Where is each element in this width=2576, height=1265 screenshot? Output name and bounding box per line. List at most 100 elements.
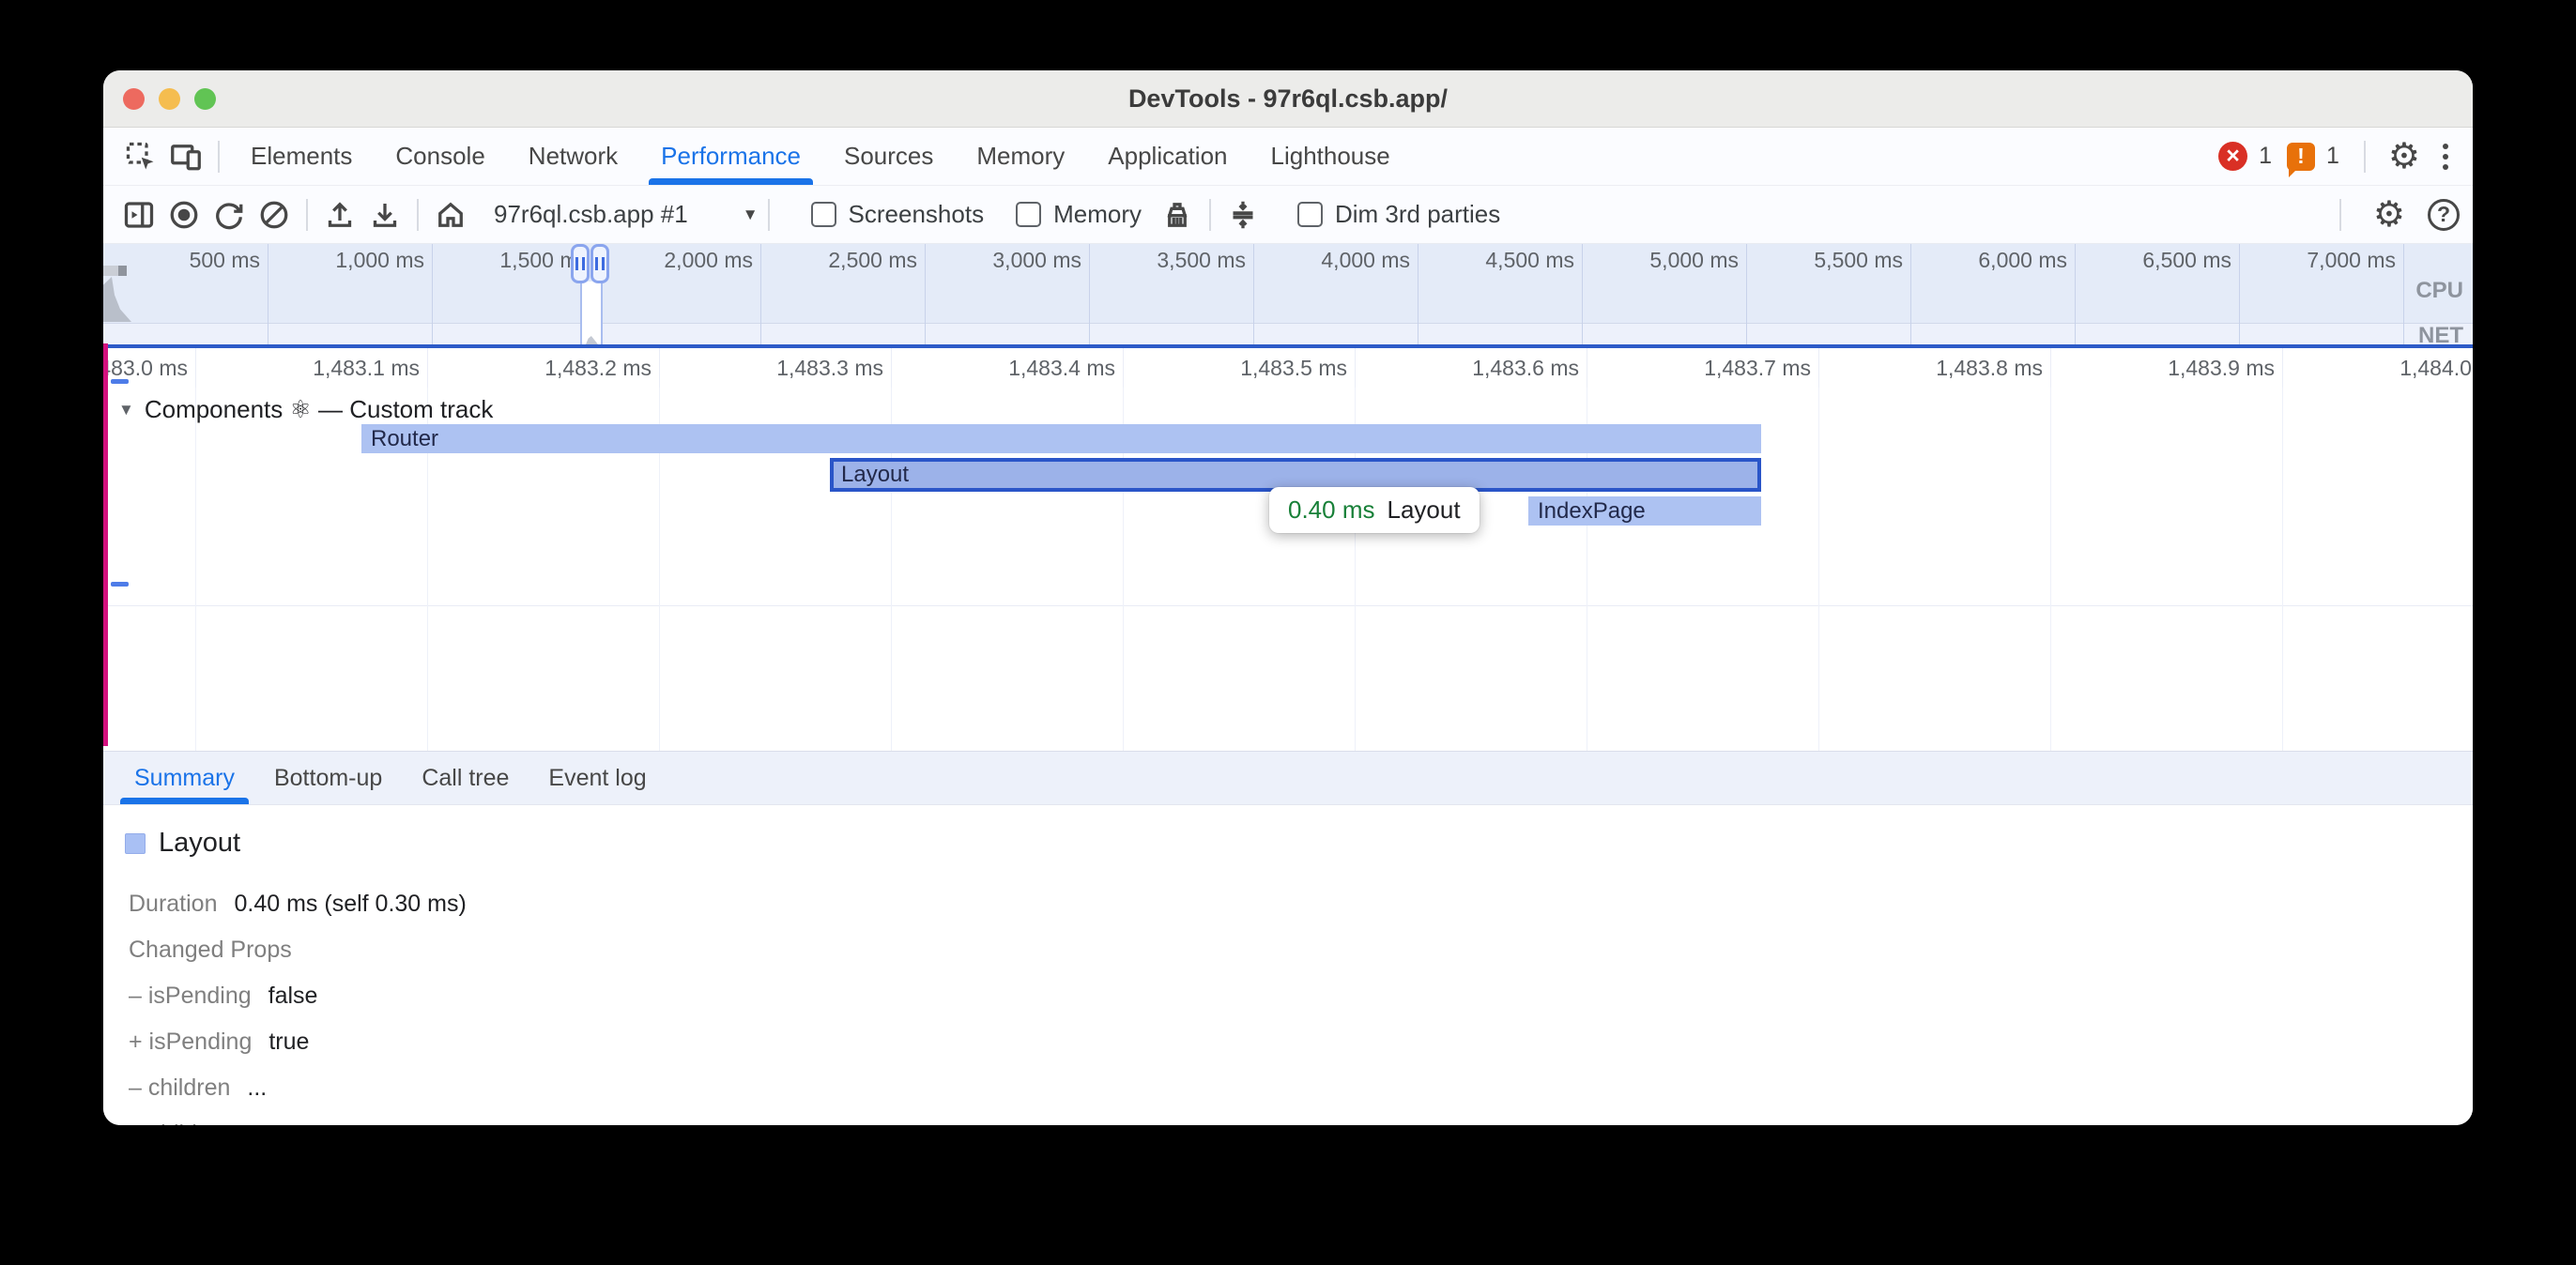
record-and-reload-button[interactable] (207, 192, 252, 237)
window-right-drag-handle[interactable] (590, 244, 609, 283)
selected-time-window[interactable] (580, 282, 603, 344)
overview-tick-label: 3,500 ms (1096, 248, 1246, 273)
summary-row-value: true (268, 1029, 309, 1056)
summary-row-label: – isPending (129, 983, 252, 1010)
warning-count[interactable]: 1 (2326, 143, 2339, 170)
checkbox-box[interactable] (811, 202, 836, 227)
close-window-button[interactable] (123, 88, 145, 110)
cpu-activity-graph (103, 277, 131, 322)
detail-ruler: 1,483.0 ms1,483.1 ms1,483.2 ms1,483.3 ms… (103, 348, 2473, 388)
summary-row: – isPendingfalse (129, 983, 2473, 1010)
overview-tick-label: 6,000 ms (1917, 248, 2067, 273)
details-tabbar: SummaryBottom-upCall treeEvent log (103, 751, 2473, 805)
overview-tick-label: 4,500 ms (1424, 248, 1574, 273)
ruler-tick-label: 1,484.0 ms (2347, 356, 2473, 381)
overview-timeline[interactable]: CPU NET 500 ms1,000 ms1,500 ms2,000 ms2,… (103, 244, 2473, 344)
screenshots-checkbox[interactable]: Screenshots (811, 200, 985, 229)
toggle-device-toolbar-button[interactable] (163, 134, 208, 179)
shortcuts-dialog-button[interactable] (1220, 192, 1265, 237)
overview-gridline (2403, 244, 2404, 344)
overview-gridline (1582, 244, 1583, 344)
ruler-gridline (195, 348, 196, 388)
kebab-menu-icon[interactable] (2433, 136, 2458, 177)
tooltip-label: Layout (1388, 495, 1461, 525)
tab-bottom-up[interactable]: Bottom-up (254, 752, 402, 804)
tab-lighthouse[interactable]: Lighthouse (1250, 128, 1412, 185)
screenshots-label: Screenshots (849, 200, 985, 229)
titlebar: DevTools - 97r6ql.csb.app/ (103, 70, 2473, 128)
dim-3rd-parties-checkbox[interactable]: Dim 3rd parties (1297, 200, 1500, 229)
overview-gridline (1910, 244, 1911, 344)
overview-tick-label: 5,500 ms (1753, 248, 1903, 273)
overview-gridline (925, 244, 926, 344)
compress-arrows-icon (1226, 198, 1260, 232)
summary-pane: Layout Duration0.40 ms (self 0.30 ms)Cha… (103, 805, 2473, 1125)
capture-settings-gear-icon[interactable]: ⚙ (2368, 197, 2411, 233)
home-button[interactable] (428, 192, 473, 237)
flame-span-router[interactable]: Router (361, 424, 1761, 453)
warning-badge-icon[interactable]: ! (2287, 143, 2315, 171)
overview-tick-label: 6,500 ms (2081, 248, 2231, 273)
tab-network[interactable]: Network (507, 128, 639, 185)
toolbar-separator (2339, 199, 2341, 231)
overview-tick-label: 2,500 ms (767, 248, 917, 273)
checkbox-box[interactable] (1016, 202, 1041, 227)
ruler-gridline (1123, 348, 1124, 388)
clear-recording-button[interactable] (252, 192, 297, 237)
summary-row: Duration0.40 ms (self 0.30 ms) (129, 891, 2473, 918)
record-button[interactable] (161, 192, 207, 237)
tab-console[interactable]: Console (374, 128, 506, 185)
summary-row-value: ... (248, 1120, 268, 1125)
components-track-header[interactable]: ▼ Components ⚛ — Custom track (118, 395, 493, 424)
help-icon[interactable]: ? (2428, 199, 2460, 231)
collapse-triangle-icon[interactable]: ▼ (118, 401, 134, 419)
save-profile-button[interactable] (362, 192, 407, 237)
tab-sources[interactable]: Sources (822, 128, 955, 185)
tab-summary[interactable]: Summary (115, 752, 254, 804)
history-dropdown[interactable]: 97r6ql.csb.app #1 ▼ (494, 200, 759, 229)
overview-gridline (2239, 244, 2240, 344)
tabbar-separator (218, 141, 220, 173)
toolbar-separator (768, 199, 770, 231)
error-badge-icon[interactable]: × (2218, 142, 2247, 171)
summary-row-label: Duration (129, 891, 218, 918)
window-left-drag-handle[interactable] (571, 244, 590, 283)
ruler-gridline (2282, 348, 2283, 388)
ruler-tick-label: 1,483.8 ms (1883, 356, 2043, 381)
summary-row: – children... (129, 1074, 2473, 1102)
minimize-window-button[interactable] (159, 88, 180, 110)
tab-application[interactable]: Application (1086, 128, 1249, 185)
settings-gear-icon[interactable]: ⚙ (2383, 139, 2426, 175)
sidebar-toggle-icon (122, 198, 156, 232)
ruler-gridline (1818, 348, 1819, 388)
overview-gridline (2075, 244, 2076, 344)
memory-checkbox[interactable]: Memory (1016, 200, 1142, 229)
zoom-window-button[interactable] (194, 88, 216, 110)
overview-gridline (1746, 244, 1747, 344)
tab-event-log[interactable]: Event log (529, 752, 666, 804)
overview-tick-label: 3,000 ms (931, 248, 1081, 273)
load-profile-button[interactable] (317, 192, 362, 237)
device-toolbar-icon (169, 140, 203, 174)
inspect-element-button[interactable] (118, 134, 163, 179)
overview-gridline (432, 244, 433, 344)
main-tabs: ElementsConsoleNetworkPerformanceSources… (229, 128, 1412, 185)
overview-gridline (1089, 244, 1090, 344)
ruler-gridline (659, 348, 660, 388)
flame-chart[interactable]: ▼ Components ⚛ — Custom track Router Layo… (103, 388, 2473, 751)
toolbar-right-cluster: ⚙ ? (2330, 197, 2460, 233)
tab-performance[interactable]: Performance (639, 128, 822, 185)
tab-memory[interactable]: Memory (955, 128, 1086, 185)
track-highlight-marker (103, 343, 108, 746)
collect-garbage-button[interactable] (1155, 192, 1200, 237)
ruler-tick-label: 1,483.1 ms (260, 356, 420, 381)
tab-elements[interactable]: Elements (229, 128, 374, 185)
devtools-tabbar: ElementsConsoleNetworkPerformanceSources… (103, 128, 2473, 186)
inspect-cursor-icon (124, 140, 158, 174)
error-count[interactable]: 1 (2259, 143, 2272, 170)
tab-call-tree[interactable]: Call tree (402, 752, 529, 804)
flame-span-indexpage[interactable]: IndexPage (1528, 496, 1761, 526)
toggle-sidebar-button[interactable] (116, 192, 161, 237)
ruler-gridline (427, 348, 428, 388)
checkbox-box[interactable] (1297, 202, 1323, 227)
